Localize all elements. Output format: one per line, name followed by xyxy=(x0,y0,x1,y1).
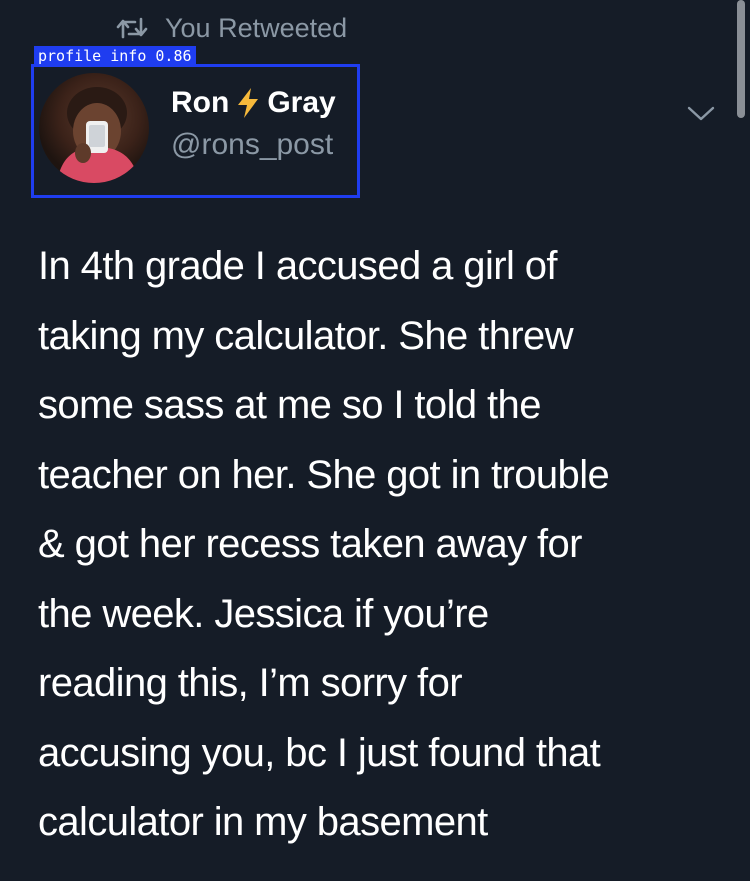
retweet-indicator: You Retweeted xyxy=(115,12,347,44)
chevron-down-icon[interactable] xyxy=(683,100,719,128)
display-name-last: Gray xyxy=(267,86,336,119)
tweet-screen: You Retweeted profile_info 0.86 Ron Gray… xyxy=(0,0,750,881)
lightning-bolt-icon xyxy=(235,87,261,119)
display-name-first: Ron xyxy=(171,86,230,119)
tweet-text: In 4th grade I accused a girl of taking … xyxy=(38,244,610,844)
avatar[interactable] xyxy=(39,73,149,183)
retweet-icon xyxy=(115,13,153,43)
user-handle[interactable]: @rons_post xyxy=(171,128,333,162)
scrollbar[interactable] xyxy=(737,0,745,118)
retweet-label: You Retweeted xyxy=(165,12,348,43)
detection-label: profile_info 0.86 xyxy=(34,46,196,66)
display-name[interactable]: Ron Gray xyxy=(171,86,336,120)
